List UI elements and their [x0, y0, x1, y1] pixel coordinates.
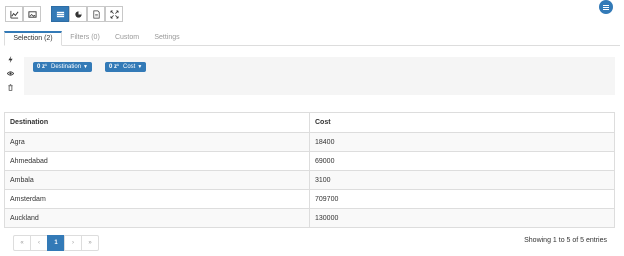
cell-destination: Auckland	[4, 208, 310, 228]
pagination: « ‹ 1 › »	[13, 235, 99, 251]
first-page-button[interactable]: «	[13, 235, 31, 251]
cell-cost: 709700	[309, 189, 615, 209]
cell-destination: Ahmedabad	[4, 151, 310, 171]
table-icon	[56, 11, 64, 17]
image-button[interactable]	[23, 6, 41, 22]
chip-label: Cost	[123, 64, 136, 70]
trash-icon[interactable]	[7, 84, 14, 91]
cell-cost: 69000	[309, 151, 615, 171]
cell-cost: 130000	[309, 208, 615, 228]
column-header-destination[interactable]: Destination	[4, 112, 310, 133]
table-row: Amsterdam 709700	[4, 189, 615, 209]
cell-destination: Ambala	[4, 170, 310, 190]
pie-chart-button[interactable]	[69, 6, 87, 22]
table-row: Agra 18400	[4, 132, 615, 152]
tab-selection[interactable]: Selection (2)	[4, 31, 62, 46]
tab-filters[interactable]: Filters (0)	[66, 31, 104, 46]
document-button[interactable]	[87, 6, 105, 22]
expand-button[interactable]	[105, 6, 123, 22]
cell-destination: Agra	[4, 132, 310, 152]
cell-cost: 18400	[309, 132, 615, 152]
table-view-button[interactable]	[51, 6, 69, 22]
table-row: Ahmedabad 69000	[4, 151, 615, 171]
table-row: Ambala 3100	[4, 170, 615, 190]
last-page-button[interactable]: »	[81, 235, 99, 251]
sort-indicator: 0 z¹	[109, 64, 120, 70]
caret-down-icon: ▼	[83, 64, 88, 70]
tab-custom[interactable]: Custom	[110, 31, 144, 46]
chip-destination[interactable]: 0 z¹ Destination ▼	[33, 62, 92, 72]
image-icon	[27, 10, 37, 18]
prev-page-button[interactable]: ‹	[30, 235, 48, 251]
tab-settings[interactable]: Settings	[150, 31, 184, 46]
next-page-button[interactable]: ›	[64, 235, 82, 251]
table-row: Auckland 130000	[4, 208, 615, 228]
hamburger-menu-icon[interactable]	[599, 0, 613, 14]
cell-cost: 3100	[309, 170, 615, 190]
bolt-icon[interactable]	[7, 56, 14, 63]
eye-icon[interactable]	[6, 70, 15, 77]
document-icon	[92, 10, 100, 18]
data-table: Destination Cost Agra 18400 Ahmedabad 69…	[4, 112, 615, 228]
line-chart-icon	[9, 10, 18, 19]
sort-indicator: 0 z¹	[37, 64, 48, 70]
caret-down-icon: ▼	[137, 64, 143, 70]
entries-info: Showing 1 to 5 of 5 entries	[524, 237, 607, 244]
expand-icon	[109, 9, 119, 19]
line-chart-button[interactable]	[5, 6, 23, 22]
cell-destination: Amsterdam	[4, 189, 310, 209]
chip-cost[interactable]: 0 z¹ Cost ▼	[105, 62, 147, 72]
column-header-cost[interactable]: Cost	[309, 112, 615, 133]
chip-label: Destination	[51, 64, 82, 70]
table-header-row: Destination Cost	[4, 112, 615, 133]
page-1-button[interactable]: 1	[47, 235, 65, 251]
pie-chart-icon	[74, 10, 82, 18]
